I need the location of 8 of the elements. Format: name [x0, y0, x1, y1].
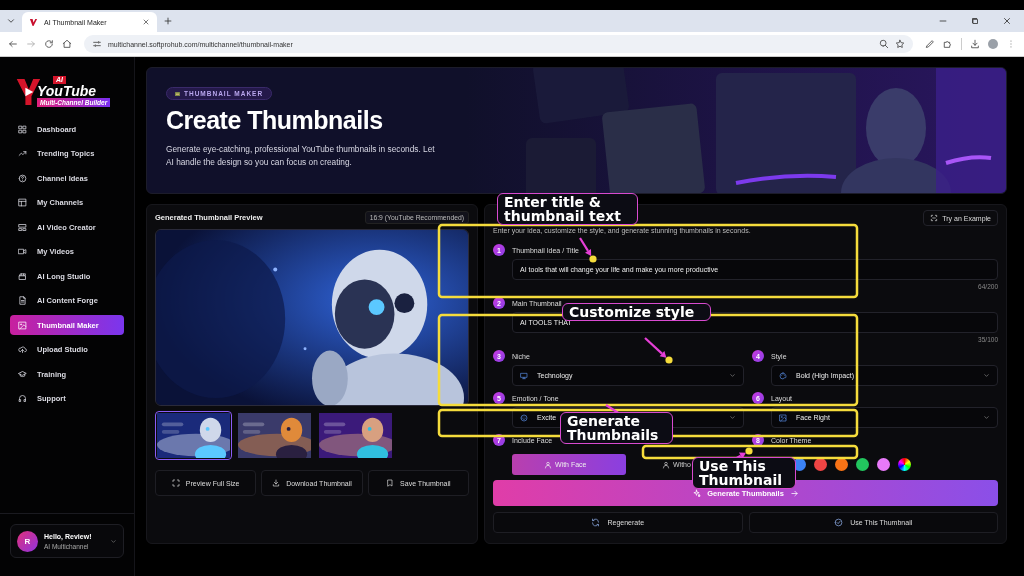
- avatar: R: [17, 530, 38, 552]
- callout-tooltip: Customize style: [562, 303, 711, 321]
- callout-tooltip: Generate Thumbnails: [560, 412, 673, 444]
- callout-tooltip: Use This Thumbnail: [692, 457, 796, 489]
- callout-tooltip: Enter title & thumbnail text: [497, 193, 638, 225]
- logo-title: YouTube: [37, 84, 97, 98]
- page-title: Create Thumbnails: [166, 106, 383, 135]
- page-description: Generate eye-catching, professional YouTube thumbnails in seconds. Let AI handle the design so you can focus on creating.: [166, 143, 436, 169]
